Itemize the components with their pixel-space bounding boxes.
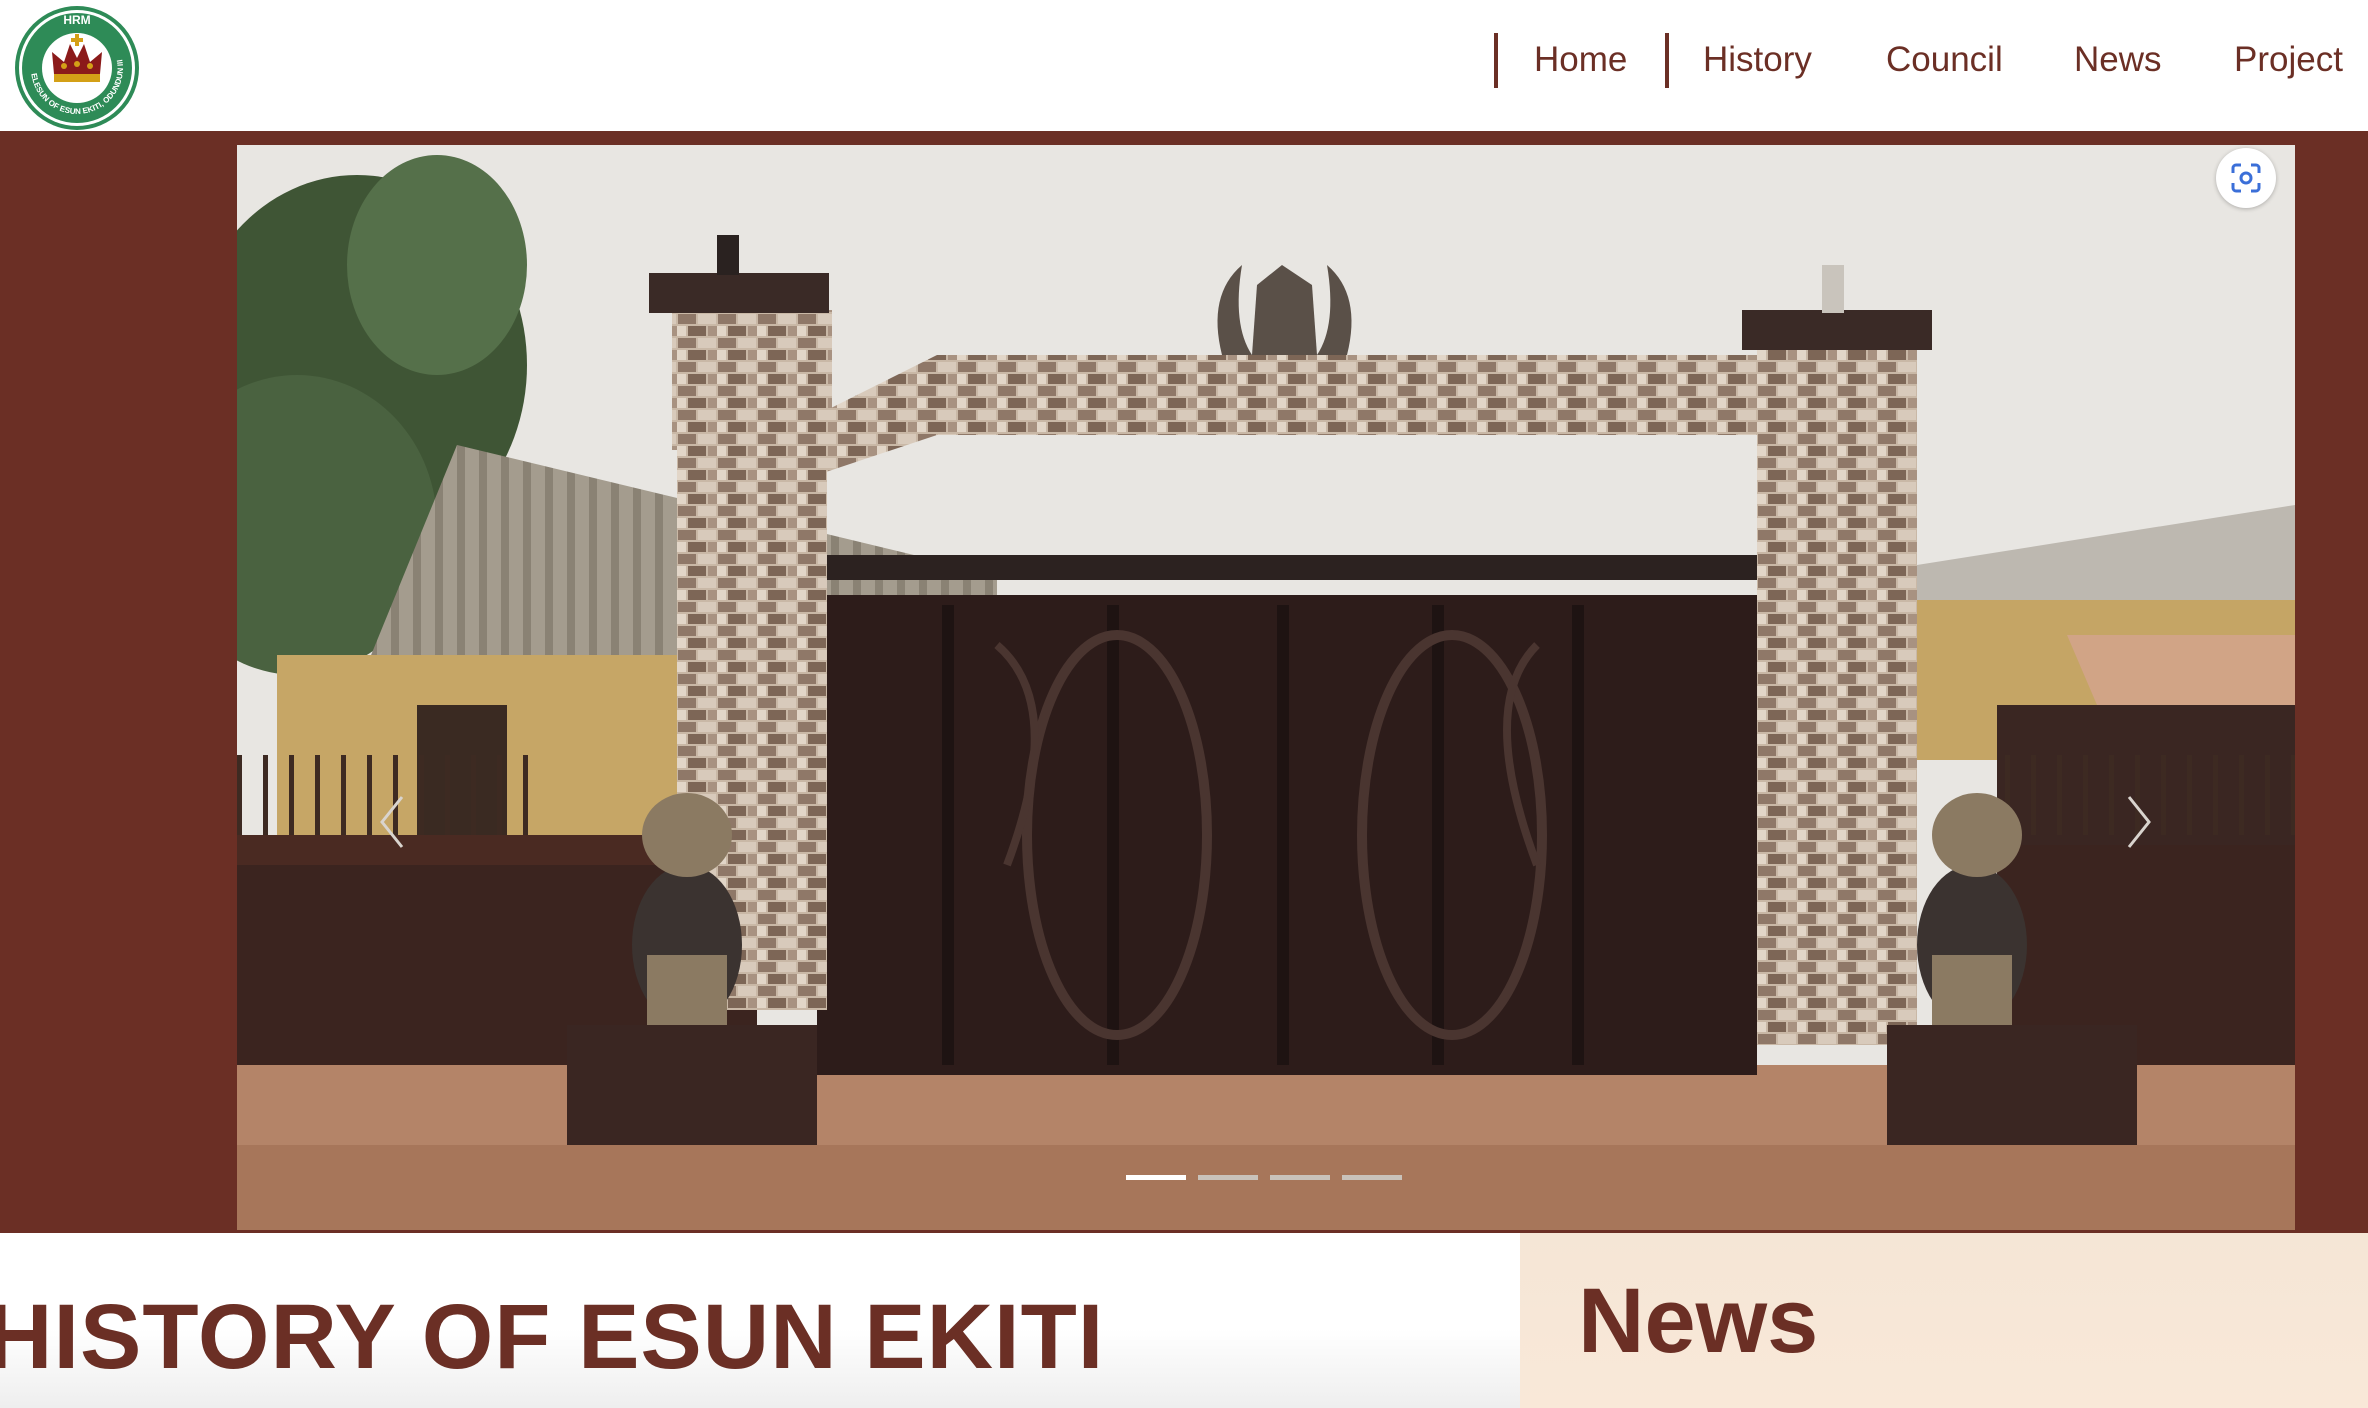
nav-separator xyxy=(1665,33,1669,88)
nav-item-news[interactable]: News xyxy=(2074,37,2162,83)
nav-item-council[interactable]: Council xyxy=(1886,37,2003,83)
carousel-slide-image[interactable] xyxy=(237,145,2295,1230)
carousel-indicator[interactable] xyxy=(1270,1175,1330,1180)
carousel-indicator[interactable] xyxy=(1126,1175,1186,1180)
carousel-indicator[interactable] xyxy=(1342,1175,1402,1180)
nav-separator xyxy=(1494,33,1498,88)
chevron-left-icon xyxy=(380,796,404,848)
carousel-next-button[interactable] xyxy=(2113,787,2163,857)
nav-item-project[interactable]: Project xyxy=(2234,37,2343,83)
site-header: HRM ELESUN OF ESUN EKITI, ODUNDUN III Ho… xyxy=(0,0,2368,137)
hrm-logo[interactable]: HRM ELESUN OF ESUN EKITI, ODUNDUN III xyxy=(12,4,142,132)
carousel-prev-button[interactable] xyxy=(368,787,418,857)
news-section: News xyxy=(1520,1233,2368,1408)
chevron-right-icon xyxy=(2127,796,2151,848)
logo-top-text: HRM xyxy=(63,13,90,27)
history-title: HISTORY OF ESUN EKITI xyxy=(0,1286,1105,1388)
nav-item-home[interactable]: Home xyxy=(1534,37,1627,83)
history-section: HISTORY OF ESUN EKITI xyxy=(0,1233,1520,1408)
palace-gate-photo xyxy=(237,145,2295,1230)
carousel-indicator[interactable] xyxy=(1198,1175,1258,1180)
visual-search-button[interactable] xyxy=(2216,148,2276,208)
carousel-indicators xyxy=(1126,1175,1406,1181)
lens-icon xyxy=(2231,163,2261,193)
nav-item-history[interactable]: History xyxy=(1703,37,1812,83)
news-title: News xyxy=(1578,1270,1819,1372)
hero-carousel xyxy=(0,137,2368,1233)
main-nav: Home History Council News Project xyxy=(1494,33,2368,88)
